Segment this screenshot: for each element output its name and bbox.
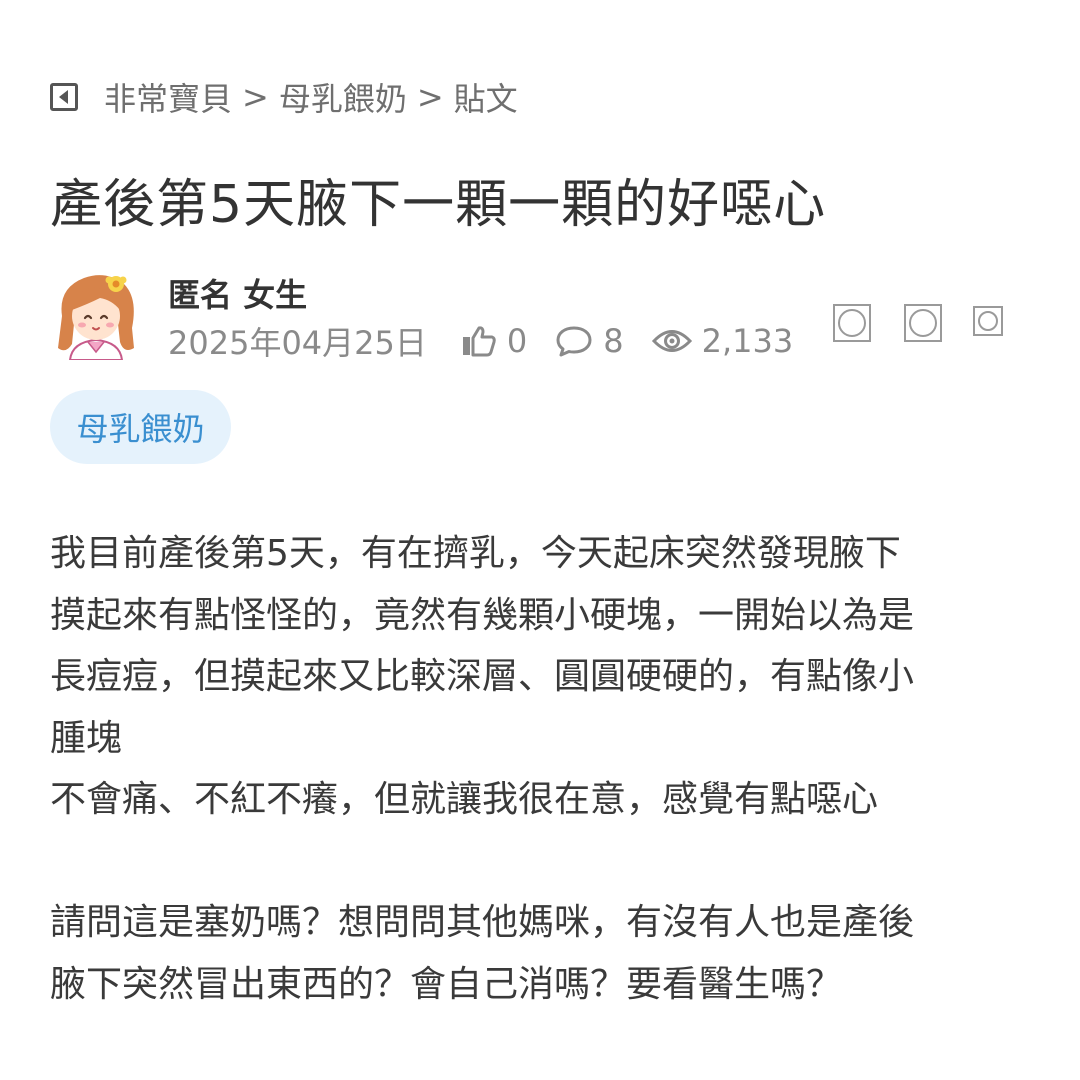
circle-icon: [838, 309, 866, 337]
thumbs-up-icon: [462, 326, 496, 357]
comment-count: 8: [603, 322, 624, 360]
post-body-line: 摸起來有點怪怪的，竟然有幾顆小硬塊，一開始以為是: [50, 594, 915, 636]
action-placeholder-icon[interactable]: [833, 304, 871, 342]
breadcrumb-item-breastfeeding[interactable]: 母乳餵奶: [279, 74, 407, 120]
category-tag[interactable]: 母乳餵奶: [50, 390, 231, 464]
speech-bubble-icon: [556, 326, 592, 357]
breadcrumb-separator: >: [416, 78, 444, 116]
author-name[interactable]: 匿名 女生: [168, 270, 307, 316]
avatar-girl-icon: [58, 275, 134, 361]
breadcrumb: 非常寶貝 > 母乳餵奶 > 貼文: [50, 74, 518, 120]
post-body-line: 不會痛、不紅不癢，但就讓我很在意，感覺有點噁心: [50, 779, 879, 820]
circle-icon: [909, 309, 937, 337]
post-date: 2025年04月25日: [168, 324, 427, 362]
post-title: 產後第5天腋下一顆一顆的好噁心: [50, 175, 827, 235]
back-icon[interactable]: [50, 83, 78, 111]
avatar[interactable]: [54, 268, 138, 361]
post-body-line: 腫塊: [50, 717, 123, 759]
like-count: 0: [506, 322, 528, 360]
eye-icon: [651, 330, 692, 352]
post-body-line: 我目前產後第5天，有在擠乳，今天起床突然發現腋下: [50, 533, 901, 574]
action-placeholder-icon[interactable]: [973, 306, 1003, 336]
post-meta: 2025年04月25日 0 8 2,133: [168, 318, 793, 364]
post-page: 非常寶貝 > 母乳餵奶 > 貼文 產後第5天腋下一顆一顆的好噁心 匿名 女生 2…: [0, 0, 1080, 1080]
view-count: 2,133: [701, 322, 794, 360]
like-stat[interactable]: 0: [461, 322, 527, 360]
view-stat: 2,133: [651, 322, 794, 360]
post-body-line: 請問這是塞奶嗎？想問問其他媽咪，有沒有人也是產後: [50, 902, 915, 943]
breadcrumb-separator: >: [242, 78, 269, 116]
action-placeholder-icon[interactable]: [904, 304, 942, 342]
post-body-line: 腋下突然冒出東西的？會自己消嗎？要看醫生嗎？: [50, 963, 843, 1005]
post-body: 我目前產後第5天，有在擠乳，今天起床突然發現腋下 摸起來有點怪怪的，竟然有幾顆小…: [50, 523, 1030, 1015]
circle-icon: [978, 311, 998, 331]
post-body-line: 長痘痘，但摸起來又比較深層、圓圓硬硬的，有點像小: [50, 656, 915, 697]
breadcrumb-item-baby[interactable]: 非常寶貝: [104, 74, 232, 120]
comment-stat[interactable]: 8: [555, 322, 624, 360]
breadcrumb-item-post: 貼文: [453, 80, 518, 118]
